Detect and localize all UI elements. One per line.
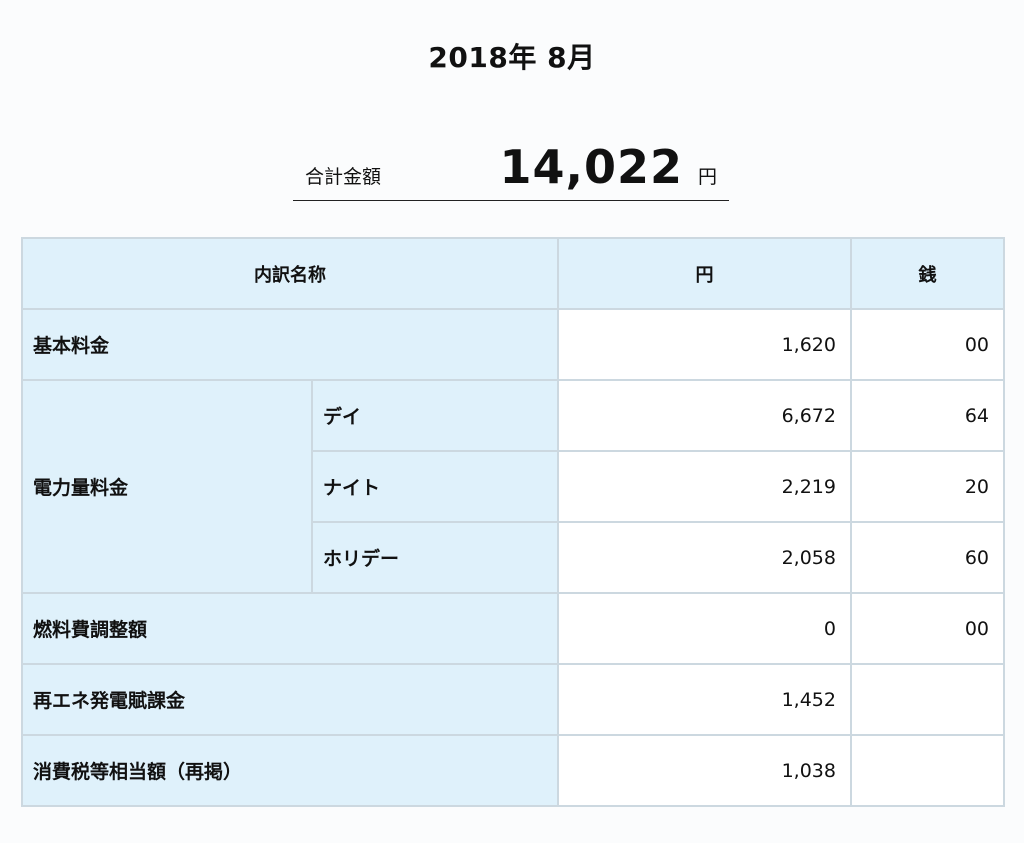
sen-value: 60	[850, 521, 1005, 594]
row-label: 基本料金	[21, 308, 559, 381]
total-amount-value: 14,022	[499, 140, 683, 194]
row-label: 電力量料金	[21, 379, 313, 594]
total-unit: 円	[697, 166, 717, 188]
header-sen: 銭	[850, 237, 1005, 310]
sub-row-label: ホリデー	[311, 521, 559, 594]
yen-value: 2,219	[557, 450, 852, 523]
table-row-energy-day: 電力量料金 デイ 6,672 64	[21, 379, 1005, 594]
table-header-row: 内訳名称 円 銭	[21, 237, 1005, 310]
yen-value: 1,452	[557, 663, 852, 736]
table-row-tax: 消費税等相当額（再掲） 1,038	[21, 734, 1005, 807]
sen-value	[850, 663, 1005, 736]
row-label: 消費税等相当額（再掲）	[21, 734, 559, 807]
yen-value: 1,620	[557, 308, 852, 381]
sen-value: 00	[850, 308, 1005, 381]
header-name: 内訳名称	[21, 237, 559, 310]
sen-value: 20	[850, 450, 1005, 523]
total-label: 合計金額	[305, 166, 382, 188]
total-amount-box: 合計金額 14,022 円	[293, 140, 729, 201]
table-row-renewable: 再エネ発電賦課金 1,452	[21, 663, 1005, 736]
row-label: 燃料費調整額	[21, 592, 559, 665]
breakdown-table: 内訳名称 円 銭 基本料金 1,620 00 電力量料金 デイ 6,672 64…	[21, 237, 1005, 807]
sub-row-label: ナイト	[311, 450, 559, 523]
row-label: 再エネ発電賦課金	[21, 663, 559, 736]
yen-value: 6,672	[557, 379, 852, 452]
sub-row-label: デイ	[311, 379, 559, 452]
sen-value: 64	[850, 379, 1005, 452]
sen-value: 00	[850, 592, 1005, 665]
table-row-basic: 基本料金 1,620 00	[21, 308, 1005, 381]
bill-page: 2018年 8月 合計金額 14,022 円 内訳名称 円 銭 基本料金 1,6…	[0, 0, 1024, 843]
header-yen: 円	[557, 237, 852, 310]
billing-period-title: 2018年 8月	[428, 41, 596, 74]
table-row-fuel: 燃料費調整額 0 00	[21, 592, 1005, 665]
yen-value: 1,038	[557, 734, 852, 807]
yen-value: 2,058	[557, 521, 852, 594]
yen-value: 0	[557, 592, 852, 665]
sen-value	[850, 734, 1005, 807]
